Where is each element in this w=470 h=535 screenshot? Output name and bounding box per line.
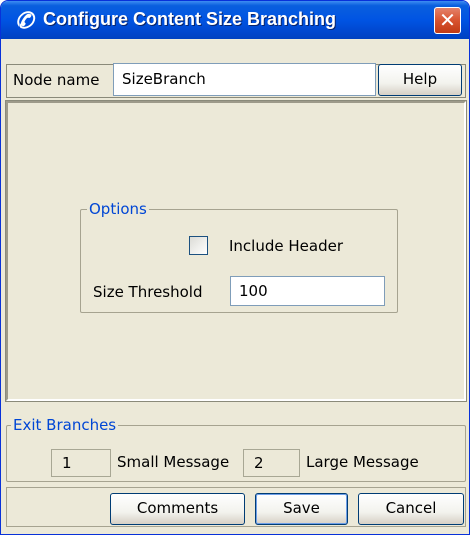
size-threshold-input[interactable]: 100 <box>230 276 385 306</box>
close-icon: ✕ <box>439 8 456 32</box>
include-header-checkbox[interactable] <box>189 236 208 255</box>
exit-branches-legend: Exit Branches <box>11 416 119 434</box>
include-header-label: Include Header <box>229 237 343 255</box>
title-bar[interactable]: ✆ Configure Content Size Branching ✕ <box>1 1 469 39</box>
node-name-label: Node name <box>13 71 100 89</box>
size-threshold-label: Size Threshold <box>93 283 203 301</box>
options-legend: Options <box>87 200 149 218</box>
help-button[interactable]: Help <box>378 64 462 96</box>
dialog-title: Configure Content Size Branching <box>43 9 337 29</box>
close-button[interactable]: ✕ <box>434 7 461 34</box>
exit-branch-label: Small Message <box>117 453 230 471</box>
save-button[interactable]: Save <box>255 493 348 525</box>
exit-branch-number: 2 <box>243 449 300 477</box>
exit-branch-label: Large Message <box>306 453 419 471</box>
comments-button[interactable]: Comments <box>110 493 245 525</box>
node-name-input[interactable]: SizeBranch <box>113 63 376 96</box>
exit-branch-number: 1 <box>51 449 111 477</box>
cancel-button[interactable]: Cancel <box>358 493 464 525</box>
phone-handset-icon: ✆ <box>15 8 34 34</box>
